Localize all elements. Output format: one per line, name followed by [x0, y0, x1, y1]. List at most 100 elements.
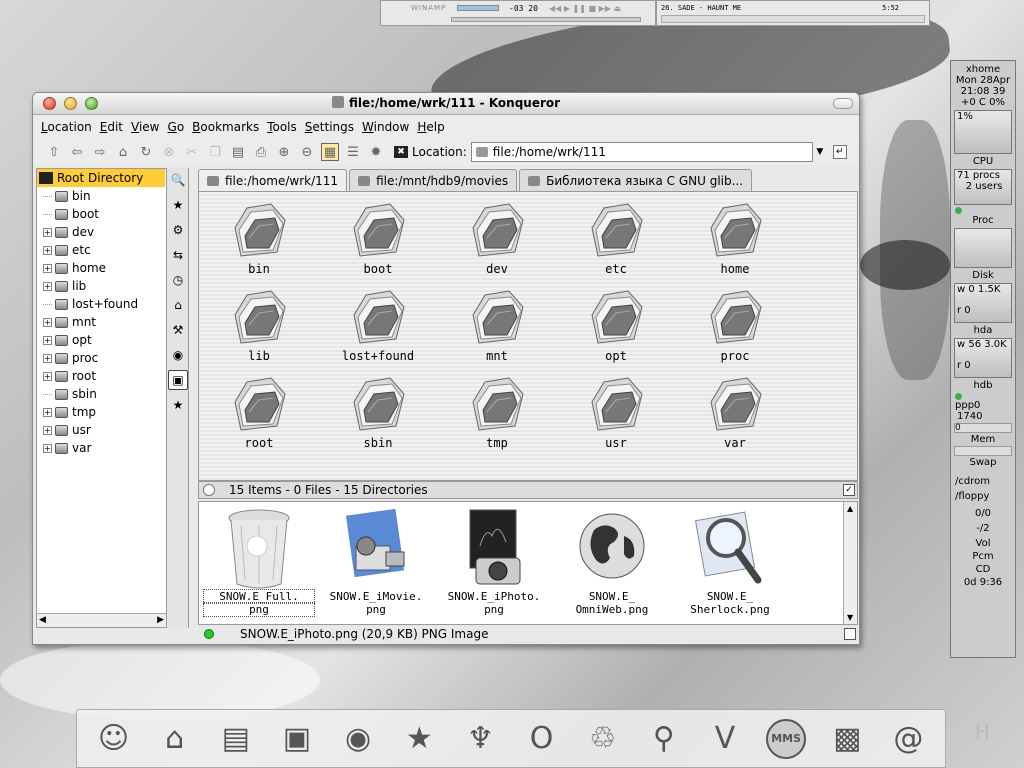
tree-item-opt[interactable]: + opt: [37, 331, 166, 349]
gk-vol[interactable]: Vol: [951, 538, 1015, 549]
scroll-down-icon[interactable]: ▼: [847, 613, 853, 622]
tree-item-dev[interactable]: + dev: [37, 223, 166, 241]
tree-item-home[interactable]: + home: [37, 259, 166, 277]
menu-tools[interactable]: Tools: [267, 120, 297, 134]
expand-icon[interactable]: +: [43, 245, 52, 255]
folder-item-home[interactable]: home: [685, 198, 785, 276]
history-icon[interactable]: ⚙: [168, 220, 188, 240]
up-icon[interactable]: ⇧: [45, 143, 63, 161]
winamp-seekbar[interactable]: [451, 17, 641, 22]
link-checkbox[interactable]: ✓: [843, 484, 855, 496]
go-button[interactable]: ↵: [832, 145, 847, 159]
folder-item-usr[interactable]: usr: [566, 372, 666, 450]
services-icon[interactable]: ⚒: [168, 320, 188, 340]
expand-icon[interactable]: +: [43, 353, 52, 363]
expand-icon[interactable]: +: [43, 443, 52, 453]
folder-item-tmp[interactable]: tmp: [447, 372, 547, 450]
trash-icon[interactable]: ♲: [578, 714, 628, 764]
sherlock-icon[interactable]: ⚲: [639, 714, 689, 764]
file-item[interactable]: SNOW.E_Full. png: [203, 506, 315, 617]
folder-item-sbin[interactable]: sbin: [328, 372, 428, 450]
expand-icon[interactable]: +: [43, 281, 52, 291]
location-dropdown-icon[interactable]: ▼: [813, 142, 827, 162]
stop-icon[interactable]: ⊗: [160, 143, 178, 161]
menu-view[interactable]: View: [131, 120, 159, 134]
home-icon[interactable]: ⌂: [114, 143, 132, 161]
terminal-icon[interactable]: ▤: [211, 714, 261, 764]
folder-item-bin[interactable]: bin: [209, 198, 309, 276]
forward-icon[interactable]: ⇨: [91, 143, 109, 161]
icon-view[interactable]: bin boot dev etc home lib lost+found mnt opt proc…: [198, 191, 858, 481]
folder-item-lib[interactable]: lib: [209, 285, 309, 363]
location-input[interactable]: file:/home/wrk/111: [470, 142, 813, 162]
tree-root[interactable]: Root Directory: [37, 169, 165, 187]
clock-icon[interactable]: ◷: [168, 270, 188, 290]
addressbook-icon[interactable]: @: [883, 714, 933, 764]
phoenix-icon[interactable]: ♆: [455, 714, 505, 764]
zoom-in-icon[interactable]: ⊕: [275, 143, 293, 161]
menu-edit[interactable]: Edit: [100, 120, 123, 134]
dock-handle[interactable]: H: [975, 720, 990, 744]
root-folder-icon[interactable]: ▣: [168, 370, 188, 390]
tree-scrollbar[interactable]: ◀ ▶: [37, 613, 166, 627]
tree-item-lost-found[interactable]: lost+found: [37, 295, 166, 313]
network-icon[interactable]: ⌂: [150, 714, 200, 764]
tree-item-boot[interactable]: boot: [37, 205, 166, 223]
konqueror-gear-icon[interactable]: ✹: [367, 143, 385, 161]
list-view-icon[interactable]: ☰: [344, 143, 362, 161]
gk-cd[interactable]: CD: [951, 564, 1015, 575]
menu-go[interactable]: Go: [168, 120, 185, 134]
vim-icon[interactable]: V: [700, 714, 750, 764]
network-icon[interactable]: ⇆: [168, 245, 188, 265]
icon-view-icon[interactable]: ▦: [321, 143, 339, 161]
file-item[interactable]: SNOW.E_iMovie. png: [321, 506, 431, 616]
iphoto-icon[interactable]: ▩: [822, 714, 872, 764]
expand-icon[interactable]: +: [43, 371, 52, 381]
title-bar[interactable]: file:/home/wrk/111 - Konqueror: [33, 93, 859, 115]
cut-icon[interactable]: ✂: [183, 143, 201, 161]
winamp-playlist[interactable]: 26. SADE - HAUNT ME 5:52: [656, 0, 930, 26]
menu-location[interactable]: Location: [41, 120, 92, 134]
zoom-out-icon[interactable]: ⊖: [298, 143, 316, 161]
folder-item-lost-found[interactable]: lost+found: [328, 285, 428, 363]
finder-icon[interactable]: ☺: [89, 714, 139, 764]
search-icon[interactable]: 🔍: [168, 170, 188, 190]
tab-home-wrk[interactable]: file:/home/wrk/111: [198, 169, 348, 191]
file-item[interactable]: SNOW.E_iPhoto. png: [439, 506, 549, 616]
star-icon[interactable]: ★: [168, 395, 188, 415]
shade-button[interactable]: [833, 98, 853, 109]
imovie-icon[interactable]: ▣: [272, 714, 322, 764]
directory-tree[interactable]: Root Directory bin boot + dev + etc + home + lib l…: [36, 168, 167, 628]
preview-scrollbar[interactable]: ▲ ▼: [843, 502, 857, 624]
paste-icon[interactable]: ▤: [229, 143, 247, 161]
menu-settings[interactable]: Settings: [305, 120, 354, 134]
winamp-player[interactable]: WINAMP -03 20 ◀◀ ▶ ❚❚ ■ ▶▶ ⏏: [380, 0, 656, 26]
print-icon[interactable]: ⎙: [252, 143, 270, 161]
opera-icon[interactable]: O: [517, 714, 567, 764]
home-folder-icon[interactable]: ⌂: [168, 295, 188, 315]
scroll-up-icon[interactable]: ▲: [847, 504, 853, 513]
expand-icon[interactable]: +: [43, 227, 52, 237]
tab-movies[interactable]: file:/mnt/hdb9/movies: [349, 169, 518, 191]
reload-icon[interactable]: ↻: [137, 143, 155, 161]
expand-icon[interactable]: +: [43, 407, 52, 417]
expand-icon[interactable]: +: [43, 425, 52, 435]
scroll-right-icon[interactable]: ▶: [157, 615, 164, 625]
mms-icon[interactable]: MMS: [761, 714, 811, 764]
scroll-left-icon[interactable]: ◀: [39, 615, 46, 625]
tree-item-proc[interactable]: + proc: [37, 349, 166, 367]
tree-item-mnt[interactable]: + mnt: [37, 313, 166, 331]
expand-icon[interactable]: +: [43, 317, 52, 327]
file-item[interactable]: SNOW.E_ Sherlock.png: [675, 506, 785, 616]
view-link-indicator[interactable]: [203, 484, 215, 496]
tree-item-root[interactable]: + root: [37, 367, 166, 385]
link-checkbox-bottom[interactable]: [844, 628, 856, 640]
tab-glib-doc[interactable]: Библиотека языка C GNU glib...: [519, 169, 753, 191]
gk-floppy[interactable]: /floppy: [951, 491, 1015, 502]
folder-item-boot[interactable]: boot: [328, 198, 428, 276]
bookmarks-icon[interactable]: ★: [168, 195, 188, 215]
gk-cdrom[interactable]: /cdrom: [951, 476, 1015, 487]
tree-item-var[interactable]: + var: [37, 439, 166, 457]
file-item[interactable]: SNOW.E_ OmniWeb.png: [557, 506, 667, 616]
menu-help[interactable]: Help: [417, 120, 444, 134]
